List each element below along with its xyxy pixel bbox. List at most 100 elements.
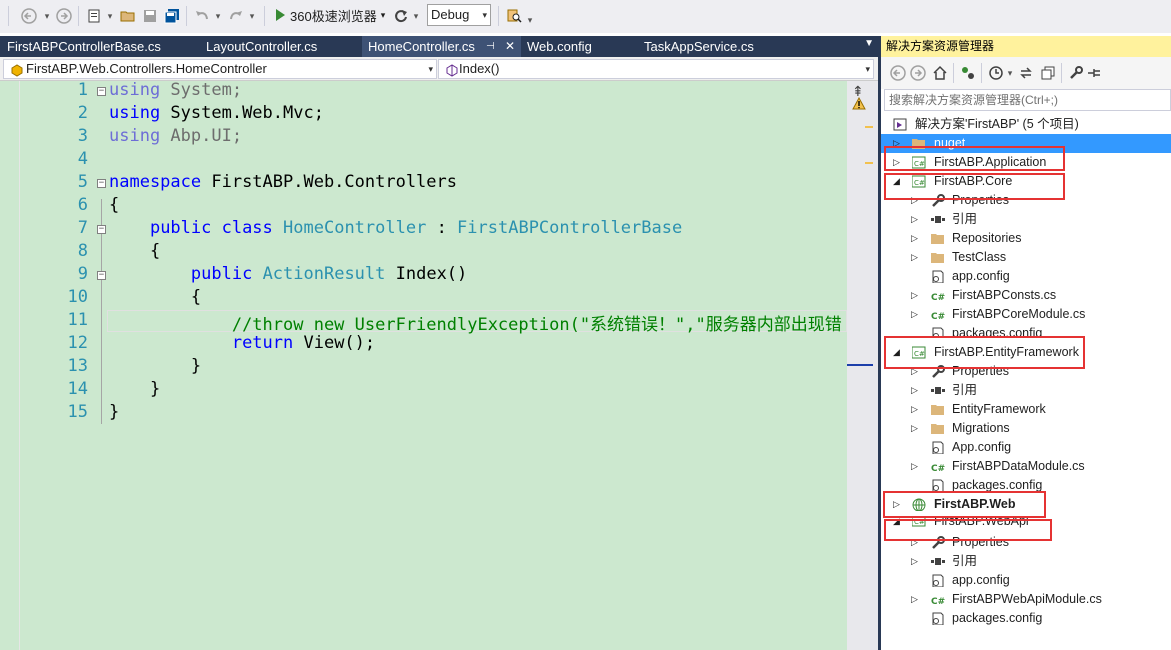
- expand-icon[interactable]: ▷: [911, 210, 918, 229]
- tree-item-label: 引用: [952, 383, 978, 397]
- expand-icon[interactable]: ▷: [911, 419, 918, 438]
- tree-item-label: Repositories: [952, 231, 1022, 245]
- tree-item-appconfig[interactable]: app.config: [881, 571, 1171, 590]
- solution-configuration-select[interactable]: Debug ▾: [427, 4, 491, 26]
- member-selector[interactable]: Index() ▾: [438, 59, 874, 79]
- collapse-all-icon[interactable]: [1039, 63, 1057, 83]
- expand-icon[interactable]: ▷: [911, 305, 918, 324]
- tab-overflow-icon[interactable]: ▼: [864, 38, 874, 49]
- tree-item-migrations[interactable]: ▷ Migrations: [881, 419, 1171, 438]
- redo-icon[interactable]: [226, 6, 246, 26]
- collapse-icon[interactable]: −: [97, 179, 106, 188]
- tree-item-packagesconfig[interactable]: packages.config: [881, 609, 1171, 628]
- tree-item-webapimodule[interactable]: ▷ C# FirstABPWebApiModule.cs: [881, 590, 1171, 609]
- code-keyword: public: [190, 264, 253, 284]
- expand-icon[interactable]: ▷: [911, 457, 918, 476]
- history-icon[interactable]: [987, 63, 1005, 83]
- toolbar-separator: [981, 63, 982, 83]
- highlight-box: [883, 491, 1046, 518]
- open-folder-icon[interactable]: [118, 6, 138, 26]
- tree-item-references[interactable]: ▷ 引用: [881, 381, 1171, 400]
- warning-icon[interactable]: [852, 96, 866, 113]
- tab-homecontroller[interactable]: HomeController.cs ⊣ ✕: [362, 36, 521, 57]
- svg-text:C#: C#: [931, 312, 945, 321]
- tree-item-references[interactable]: ▷ 引用: [881, 210, 1171, 229]
- tree-item-references[interactable]: ▷ 引用: [881, 552, 1171, 571]
- tree-item-entityframework-folder[interactable]: ▷ EntityFramework: [881, 400, 1171, 419]
- tab-firstabpcontrollerbase[interactable]: FirstABPControllerBase.cs: [7, 36, 161, 57]
- solution-explorer-title: 解决方案资源管理器: [881, 36, 1171, 57]
- forward-arrow-icon[interactable]: [54, 6, 74, 26]
- run-icon: [276, 9, 285, 21]
- pin-icon[interactable]: ⊣: [486, 36, 495, 57]
- collapse-icon[interactable]: −: [97, 271, 106, 280]
- new-dropdown-icon[interactable]: ▾: [104, 6, 116, 26]
- tab-layoutcontroller[interactable]: LayoutController.cs: [206, 36, 317, 57]
- line-number: 9: [77, 264, 88, 284]
- tree-item-testclass[interactable]: ▷ TestClass: [881, 248, 1171, 267]
- pending-changes-icon[interactable]: [959, 63, 977, 83]
- close-icon[interactable]: ✕: [505, 36, 515, 57]
- run-browser-button[interactable]: 360极速浏览器 ▾: [274, 5, 385, 25]
- back-arrow-icon[interactable]: [18, 6, 40, 26]
- forward-arrow-icon[interactable]: [909, 63, 927, 83]
- properties-wrench-icon[interactable]: [1067, 63, 1085, 83]
- tab-webconfig[interactable]: Web.config: [527, 36, 592, 57]
- new-project-icon[interactable]: [84, 6, 104, 26]
- back-dropdown-icon[interactable]: ▾: [40, 6, 54, 26]
- undo-icon[interactable]: [192, 6, 212, 26]
- code-keyword: using: [109, 126, 161, 146]
- tree-item-label: app.config: [952, 269, 1010, 283]
- editor-scrollbar[interactable]: ⇞: [847, 81, 878, 650]
- toolbar-overflow-icon[interactable]: ▾: [524, 10, 536, 30]
- config-file-icon: [932, 574, 944, 587]
- refresh-icon[interactable]: [392, 6, 410, 26]
- csharp-file-icon: C#: [931, 597, 945, 606]
- expand-icon[interactable]: ▷: [911, 400, 918, 419]
- tree-item-label: 引用: [952, 212, 978, 226]
- tree-item-appconfig[interactable]: app.config: [881, 267, 1171, 286]
- type-selector[interactable]: FirstABP.Web.Controllers.HomeController …: [3, 59, 437, 79]
- tab-taskappservice[interactable]: TaskAppService.cs: [644, 36, 754, 57]
- save-icon[interactable]: [140, 6, 160, 26]
- expand-icon[interactable]: ▷: [911, 381, 918, 400]
- code-text: {: [190, 287, 202, 307]
- tree-item-coremodule[interactable]: ▷ C# FirstABPCoreModule.cs: [881, 305, 1171, 324]
- code-line: namespace FirstABP.Web.Controllers: [109, 172, 457, 192]
- expand-icon[interactable]: ▷: [911, 552, 918, 571]
- expand-icon[interactable]: ▷: [911, 590, 918, 609]
- code-line: {: [109, 195, 119, 215]
- type-selector-value: FirstABP.Web.Controllers.HomeController: [26, 61, 267, 76]
- solution-search-input[interactable]: 搜索解决方案资源管理器(Ctrl+;): [884, 89, 1171, 111]
- find-in-files-icon[interactable]: [504, 6, 524, 26]
- refresh-dropdown-icon[interactable]: ▾: [410, 6, 422, 26]
- back-arrow-icon[interactable]: [889, 63, 907, 83]
- collapse-icon[interactable]: −: [97, 225, 106, 234]
- tree-item-packagesconfig[interactable]: packages.config: [881, 476, 1171, 492]
- expand-icon[interactable]: ▷: [911, 286, 918, 305]
- tree-item-appconfig[interactable]: App.config: [881, 438, 1171, 457]
- collapse-icon[interactable]: −: [97, 87, 106, 96]
- expand-icon[interactable]: ▷: [911, 248, 918, 267]
- history-dropdown-icon[interactable]: ▾: [1005, 63, 1015, 83]
- line-number: 4: [77, 149, 88, 169]
- tree-item-label: FirstABPWebApiModule.cs: [952, 592, 1102, 606]
- svg-text:C#: C#: [931, 293, 945, 302]
- home-icon[interactable]: [931, 63, 949, 83]
- tree-item-consts[interactable]: ▷ C# FirstABPConsts.cs: [881, 286, 1171, 305]
- sync-icon[interactable]: [1017, 63, 1035, 83]
- tree-item-label: FirstABPCoreModule.cs: [952, 307, 1086, 321]
- tree-item-datamodule[interactable]: ▷ C# FirstABPDataModule.cs: [881, 457, 1171, 476]
- tree-item-repositories[interactable]: ▷ Repositories: [881, 229, 1171, 248]
- run-dropdown-icon[interactable]: ▾: [381, 10, 386, 21]
- pin-icon[interactable]: [1085, 63, 1103, 83]
- expand-icon[interactable]: ▷: [911, 229, 918, 248]
- undo-dropdown-icon[interactable]: ▾: [212, 6, 224, 26]
- tree-item-solution[interactable]: 解决方案'FirstABP' (5 个项目): [893, 115, 1171, 134]
- code-keyword: public class: [149, 218, 273, 238]
- save-all-icon[interactable]: [162, 6, 182, 26]
- redo-dropdown-icon[interactable]: ▾: [246, 6, 258, 26]
- folder-icon: [931, 253, 944, 263]
- references-icon: [931, 387, 945, 394]
- highlight-box: [884, 146, 1065, 171]
